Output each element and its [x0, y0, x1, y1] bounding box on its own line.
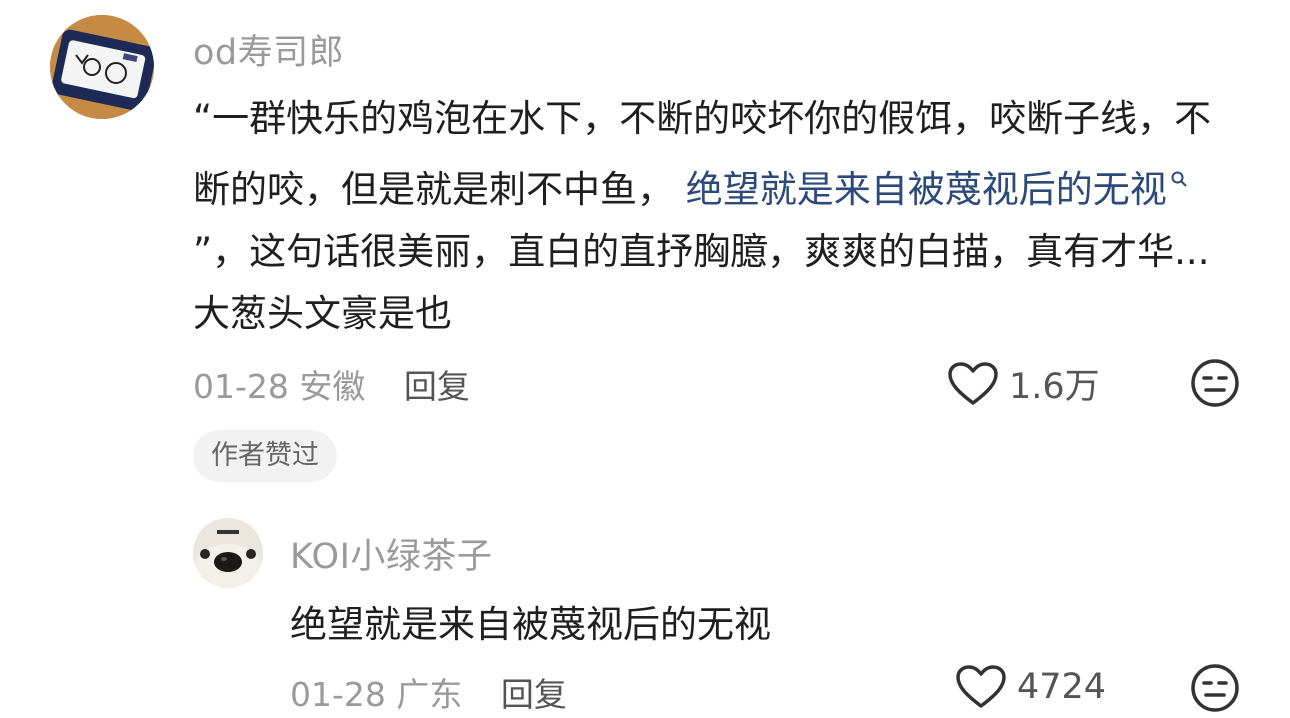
- reply-dislike-button[interactable]: [1189, 662, 1241, 718]
- search-keyword-link[interactable]: 绝望就是来自被蔑视后的无视: [686, 168, 1167, 211]
- like-button[interactable]: 1.6万: [947, 358, 1100, 409]
- meh-face-icon: [1191, 359, 1239, 407]
- comment-body: “一群快乐的鸡泡在水下，不断的咬坏你的假饵，咬断子线，不断的咬，但是就是刺不中鱼…: [193, 88, 1223, 345]
- author-liked-badge: 作者赞过: [193, 430, 337, 482]
- heart-icon: [956, 665, 1006, 708]
- commenter-username[interactable]: od寿司郎: [193, 24, 344, 75]
- reply-date: 01-28: [290, 675, 386, 714]
- dislike-button[interactable]: [1189, 357, 1241, 413]
- reply-avatar[interactable]: [193, 518, 263, 588]
- reply-username[interactable]: KOI小绿茶子: [290, 528, 492, 579]
- reply-like-count: 4724: [1017, 667, 1107, 707]
- avatar-image: [50, 15, 154, 119]
- comment-location: 安徽: [299, 367, 366, 406]
- comment-text-after: ”，这句话很美丽，直白的直抒胸臆，爽爽的白描，真有才华...大葱头文豪是也: [193, 230, 1210, 335]
- reply-body: 绝望就是来自被蔑视后的无视: [290, 603, 771, 646]
- comment-date: 01-28: [193, 367, 289, 406]
- reply-like-button[interactable]: 4724: [955, 664, 1106, 710]
- meh-face-icon: [1191, 664, 1239, 712]
- like-count: 1.6万: [1009, 367, 1100, 407]
- comment-meta: 01-28 安徽 回复: [193, 360, 470, 408]
- reply-meta: 01-28 广东 回复: [290, 668, 567, 716]
- commenter-avatar[interactable]: [50, 15, 154, 119]
- reply-reply-button[interactable]: 回复: [501, 675, 567, 714]
- search-icon[interactable]: [1170, 169, 1188, 193]
- reply-button[interactable]: 回复: [404, 367, 470, 406]
- reply-location: 广东: [396, 675, 463, 714]
- avatar-image: [193, 518, 263, 588]
- heart-icon: [948, 361, 998, 405]
